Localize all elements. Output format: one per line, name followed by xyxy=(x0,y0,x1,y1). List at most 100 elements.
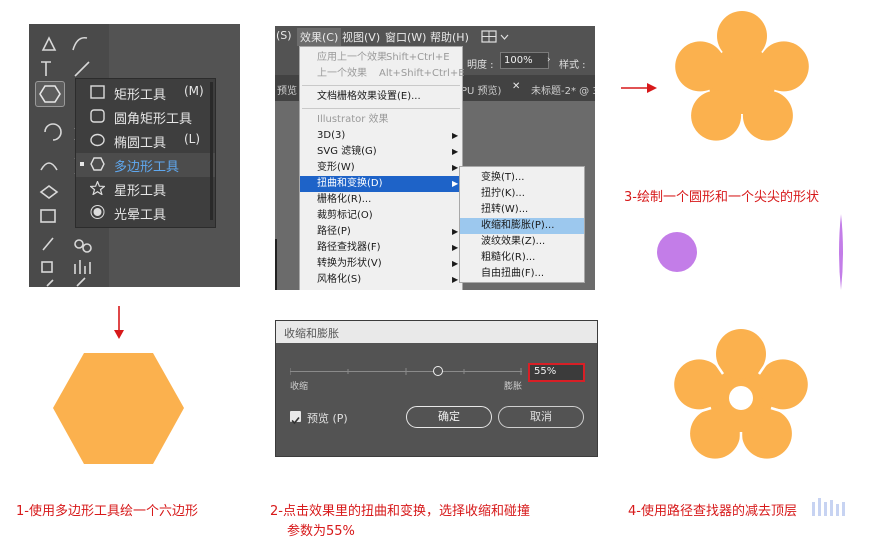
menu-item-label: 转换为形状(V) xyxy=(317,258,382,269)
preview-label: 预览 (P) xyxy=(307,412,348,425)
tab-preview[interactable]: 预览 xyxy=(277,82,297,97)
value-input[interactable]: 55% xyxy=(534,366,556,377)
submenu-item-transform[interactable]: 变换(T)... xyxy=(460,170,584,186)
slider-right-label: 膨胀 xyxy=(504,382,523,392)
tool-item-rectangle[interactable]: 矩形工具 (M) xyxy=(76,81,215,105)
tool-item-star[interactable]: 星形工具 xyxy=(76,177,215,201)
line-icon xyxy=(74,61,90,77)
polygon-tool-button[interactable] xyxy=(35,81,65,107)
menu-item-warp[interactable]: 变形(W) ▶ xyxy=(300,160,462,176)
curvature-icon xyxy=(72,36,88,51)
submenu-arrow-icon: ▶ xyxy=(452,275,459,284)
menu-item-pathfinder[interactable]: 路径查找器(F) ▶ xyxy=(300,240,462,256)
submenu-item-twist[interactable]: 扭转(W)... xyxy=(460,202,584,218)
opacity-input[interactable]: 100% xyxy=(500,52,549,69)
watermark-logo xyxy=(812,498,845,516)
menu-item-raster-settings[interactable]: 文档栅格效果设置(E)... xyxy=(300,89,462,105)
menu-item-label: 风格化(S) xyxy=(317,274,362,285)
cut-orange-flower xyxy=(674,329,808,466)
step2-caption-line1: 2-点击效果里的扭曲和变换，选择收缩和碰撞 xyxy=(270,504,530,519)
submenu-arrow-icon: ▶ xyxy=(452,227,459,236)
menu-view[interactable]: 视图(V) xyxy=(339,28,383,46)
arrange-documents-icon[interactable] xyxy=(481,30,511,43)
pen-icon xyxy=(41,36,57,51)
step4-caption: 4-使用路径查找器的减去顶层 xyxy=(628,504,797,519)
ok-button[interactable]: 确定 xyxy=(406,406,492,428)
eyedropper-icon xyxy=(42,237,54,251)
cancel-button[interactable]: 取消 xyxy=(498,406,584,428)
menu-window[interactable]: 窗口(W) xyxy=(382,28,429,46)
menu-item-last-effect[interactable]: 上一个效果 Alt+Shift+Ctrl+E xyxy=(300,66,465,82)
active-tool-marker xyxy=(80,162,84,166)
menu-item-3d[interactable]: 3D(3) ▶ xyxy=(300,128,462,144)
slider-thumb[interactable] xyxy=(432,366,443,376)
tool-label: 圆角矩形工具 xyxy=(114,112,193,127)
submenu-item-zig-zag[interactable]: 波纹效果(Z)... xyxy=(460,234,584,250)
menu-item-crop-marks[interactable]: 裁剪标记(O) xyxy=(300,208,462,224)
rounded-rectangle-icon xyxy=(90,109,105,123)
dialog-title: 收缩和膨胀 xyxy=(284,327,339,340)
blend-icon xyxy=(74,239,84,249)
menu-item-label: 栅格化(R)... xyxy=(317,194,372,205)
menu-separator xyxy=(302,108,460,109)
step2-caption-line2: 参数为55% xyxy=(287,524,355,539)
tab-gpu-preview[interactable]: PU 预览) xyxy=(461,82,501,97)
arrow-down-icon xyxy=(114,306,124,339)
menu-effect[interactable]: 效果(C) xyxy=(297,28,342,46)
style-label: 样式 : xyxy=(559,60,586,71)
submenu-item-label: 扭转(W)... xyxy=(481,204,529,215)
submenu-item-label: 粗糙化(R)... xyxy=(481,252,536,263)
submenu-item-free-distort[interactable]: 自由扭曲(F)... xyxy=(460,266,584,282)
menu-item-shortcut: Shift+Ctrl+E xyxy=(386,52,450,63)
menu-item-distort-transform[interactable]: 扭曲和变换(D) ▶ xyxy=(300,176,462,192)
orange-flower xyxy=(675,11,809,141)
menu-item-convert-shape[interactable]: 转换为形状(V) ▶ xyxy=(300,256,462,272)
submenu-item-pucker-bloat[interactable]: 收缩和膨胀(P)... xyxy=(460,218,584,234)
tab-close-icon[interactable]: ✕ xyxy=(512,81,520,92)
menu-item-path[interactable]: 路径(P) ▶ xyxy=(300,224,462,240)
menu-item-shortcut: Alt+Shift+Ctrl+E xyxy=(379,68,465,79)
submenu-item-roughen[interactable]: 粗糙化(R)... xyxy=(460,250,584,266)
submenu-arrow-icon: ▶ xyxy=(452,147,459,156)
menu-item-label: 路径查找器(F) xyxy=(317,242,381,253)
submenu-arrow-icon: ▶ xyxy=(452,163,459,172)
menu-item-rasterize[interactable]: 栅格化(R)... xyxy=(300,192,462,208)
menu-item-apply-last[interactable]: 应用上一个效果 Shift+Ctrl+E xyxy=(300,50,462,66)
polygon-icon xyxy=(39,85,61,103)
tool-shortcut: (L) xyxy=(184,132,201,146)
tool-label: 光晕工具 xyxy=(114,208,167,223)
menu-item-label: SVG 滤镜(G) xyxy=(317,146,377,157)
submenu-arrow-icon: ▶ xyxy=(452,259,459,268)
ellipse-icon xyxy=(90,133,105,147)
menu-item-stylize[interactable]: 风格化(S) ▶ xyxy=(300,272,462,288)
preview-checkbox[interactable] xyxy=(290,411,301,425)
menu-item-label: 裁剪标记(O) xyxy=(317,210,373,221)
tool-item-polygon[interactable]: 多边形工具 xyxy=(76,153,215,177)
shape-builder-icon xyxy=(39,185,59,199)
tool-item-ellipse[interactable]: 椭圆工具 (L) xyxy=(76,129,215,153)
eraser-icon xyxy=(76,277,86,287)
tool-item-rounded-rectangle[interactable]: 圆角矩形工具 xyxy=(76,105,215,129)
menu-select[interactable]: (S) xyxy=(275,28,295,43)
submenu-item-label: 扭拧(K)... xyxy=(481,188,525,199)
tab-untitled[interactable]: 未标题-2* @ 3 xyxy=(531,82,595,97)
graph-icon xyxy=(74,260,91,274)
submenu-item-label: 自由扭曲(F)... xyxy=(481,268,545,279)
flyout-tearoff-bar[interactable] xyxy=(210,82,213,220)
submenu-item-tweak[interactable]: 扭拧(K)... xyxy=(460,186,584,202)
opacity-dropdown-arrow-icon[interactable]: › xyxy=(547,55,551,65)
rotate-icon xyxy=(44,123,62,141)
tool-item-flare[interactable]: 光晕工具 xyxy=(76,201,215,225)
menu-help[interactable]: 帮助(H) xyxy=(427,28,472,46)
center-hole xyxy=(729,386,753,410)
purple-spike xyxy=(839,214,843,290)
menu-item-label: 上一个效果 xyxy=(317,68,367,79)
toolbar-screenshot: 矩形工具 (M) 圆角矩形工具 椭圆工具 (L) 多边形工具 星形工具 光晕工具 xyxy=(29,24,240,287)
value-field[interactable]: 55% xyxy=(528,363,585,382)
menu-item-svg-filters[interactable]: SVG 滤镜(G) ▶ xyxy=(300,144,462,160)
tool-shortcut: (M) xyxy=(184,84,204,98)
menu-item-label: 路径(P) xyxy=(317,226,351,237)
arrow-right-icon xyxy=(621,83,657,93)
flare-icon xyxy=(90,205,105,219)
slider-left-label: 收缩 xyxy=(290,382,309,392)
